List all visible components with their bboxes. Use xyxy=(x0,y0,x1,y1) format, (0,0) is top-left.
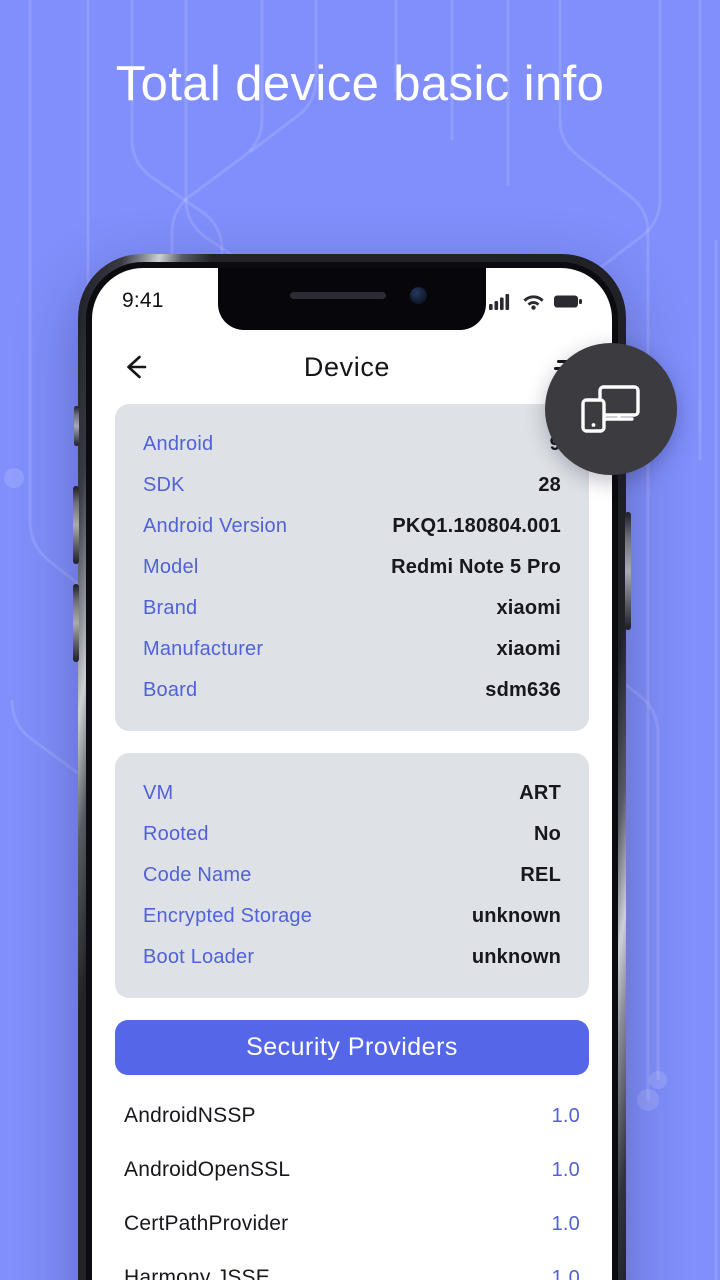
provider-name: AndroidOpenSSL xyxy=(124,1158,291,1181)
table-row: Android Version PKQ1.180804.001 xyxy=(143,506,561,547)
provider-version: 1.0 xyxy=(551,1158,580,1181)
row-label: Manufacturer xyxy=(143,638,264,660)
row-label: Brand xyxy=(143,597,198,619)
promo-headline: Total device basic info xyxy=(115,57,605,111)
promo-screenshot: Total device basic info 9:41 Device Andr… xyxy=(0,0,720,1280)
wifi-icon xyxy=(523,295,544,310)
table-row: Model Redmi Note 5 Pro xyxy=(143,547,561,588)
device-info-card-2: VM ART Rooted No Code Name REL Encrypted… xyxy=(115,753,589,998)
provider-version: 1.0 xyxy=(551,1266,580,1280)
row-value: REL xyxy=(520,864,561,886)
row-value: xiaomi xyxy=(496,597,561,619)
phone-mockup: 9:41 Device Android SDK 28 Android Versi… xyxy=(73,254,631,1280)
row-label: VM xyxy=(143,782,174,804)
row-label: Android Version xyxy=(143,515,288,537)
provider-name: CertPathProvider xyxy=(124,1212,289,1235)
row-label: Rooted xyxy=(143,823,209,845)
table-row: Board sdm636 xyxy=(143,670,561,711)
row-label: Code Name xyxy=(143,864,252,886)
row-value: No xyxy=(533,823,561,845)
provider-version: 1.0 xyxy=(551,1212,580,1235)
row-value: unknown xyxy=(471,946,561,968)
table-row: Rooted No xyxy=(143,814,561,855)
table-row: Boot Loader unknown xyxy=(143,937,561,978)
row-value: ART xyxy=(519,782,561,804)
row-value: 28 xyxy=(538,474,561,496)
app-header: Device xyxy=(92,330,612,404)
security-providers-list: AndroidNSSP 1.0 AndroidOpenSSL 1.0 CertP… xyxy=(92,1075,612,1280)
list-item[interactable]: AndroidOpenSSL 1.0 xyxy=(92,1143,612,1197)
provider-name: AndroidNSSP xyxy=(124,1104,256,1127)
table-row: Android 9 xyxy=(143,424,561,465)
provider-name: Harmony JSSE xyxy=(124,1266,270,1280)
table-row: SDK 28 xyxy=(143,465,561,506)
page-title: Device xyxy=(303,351,391,382)
status-bar-time: 9:41 xyxy=(122,289,164,312)
power-button[interactable] xyxy=(625,512,631,630)
row-value: sdm636 xyxy=(485,679,561,701)
table-row: Code Name REL xyxy=(143,855,561,896)
table-row: VM ART xyxy=(143,773,561,814)
status-bar: 9:41 xyxy=(92,268,612,330)
row-label: Model xyxy=(143,556,199,578)
row-label: Encrypted Storage xyxy=(143,905,313,927)
volume-up-button[interactable] xyxy=(73,486,79,564)
row-value: PKQ1.180804.001 xyxy=(392,515,561,537)
list-item[interactable]: AndroidNSSP 1.0 xyxy=(92,1089,612,1143)
table-row: Encrypted Storage unknown xyxy=(143,896,561,937)
row-label: Boot Loader xyxy=(143,946,255,968)
devices-icon xyxy=(581,385,640,433)
battery-icon xyxy=(554,295,582,307)
row-value: unknown xyxy=(471,905,561,927)
row-label: SDK xyxy=(143,474,185,496)
row-value: xiaomi xyxy=(496,638,561,660)
table-row: Brand xiaomi xyxy=(143,588,561,629)
devices-fab-button[interactable] xyxy=(545,343,677,475)
list-item[interactable]: Harmony JSSE 1.0 xyxy=(92,1251,612,1280)
device-info-card-1: Android 9 SDK 28 Android Version PKQ1.18… xyxy=(115,404,589,731)
row-label: Board xyxy=(143,679,198,701)
provider-version: 1.0 xyxy=(551,1104,580,1127)
row-value: Redmi Note 5 Pro xyxy=(391,556,561,578)
list-item[interactable]: CertPathProvider 1.0 xyxy=(92,1197,612,1251)
row-label: Android xyxy=(143,433,214,455)
phone-screen: 9:41 Device Android SDK 28 Android Versi… xyxy=(92,268,612,1280)
signal-icon xyxy=(489,294,510,310)
status-bar-icons xyxy=(489,292,582,310)
volume-down-button[interactable] xyxy=(73,584,79,662)
security-providers-label: Security Providers xyxy=(246,1033,458,1061)
security-providers-button[interactable]: Security Providers xyxy=(115,1020,589,1075)
table-row: Manufacturer xiaomi xyxy=(143,629,561,670)
device-info-content[interactable]: Android 9 SDK 28 Android Version PKQ1.18… xyxy=(92,404,612,1280)
silent-switch-button[interactable] xyxy=(74,406,79,446)
